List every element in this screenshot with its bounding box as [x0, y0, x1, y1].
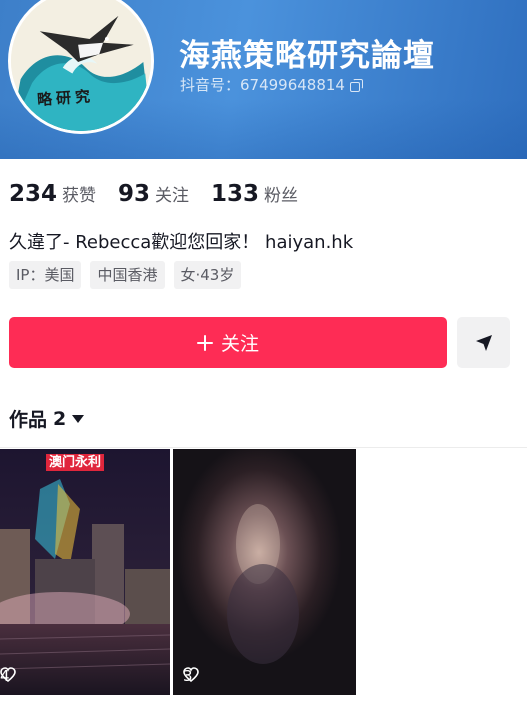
tag-region: 中国香港	[90, 261, 165, 289]
stat-likes: 234 获赞	[9, 181, 96, 207]
heart-icon	[0, 667, 16, 682]
stat-value: 133	[211, 181, 260, 207]
stat-value: 234	[9, 181, 58, 207]
avatar-image	[11, 0, 151, 131]
follow-button[interactable]: 关注	[9, 317, 447, 368]
video-thumbnail[interactable]: 3	[173, 449, 356, 695]
stat-followers[interactable]: 133 粉丝	[211, 181, 298, 207]
tag-gender-age: 女·43岁	[173, 261, 242, 289]
video-thumbnail[interactable]: 澳门永利 4	[0, 449, 170, 695]
tab-works-count: 2	[53, 407, 67, 430]
video-likes: 4	[0, 667, 16, 685]
send-message-button[interactable]	[457, 317, 510, 368]
stat-label: 关注	[155, 186, 190, 206]
tab-works-label: 作品	[9, 409, 48, 431]
video-thumbnail-image	[173, 449, 356, 695]
douyin-id[interactable]: 抖音号：67499648814	[180, 74, 363, 95]
caret-down-icon	[72, 414, 85, 423]
avatar-calligraphy: 略研究	[36, 87, 95, 109]
stat-label: 获赞	[62, 186, 97, 206]
stat-label: 粉丝	[264, 186, 299, 206]
tag-ip-location: IP：美国	[9, 261, 82, 289]
profile-tags: IP：美国 中国香港 女·43岁	[9, 261, 250, 289]
plus-icon	[196, 334, 213, 351]
copy-icon[interactable]	[349, 78, 363, 92]
stat-value: 93	[118, 181, 151, 207]
stat-following[interactable]: 93 关注	[118, 181, 189, 207]
profile-nickname: 海燕策略研究論壇	[179, 38, 435, 74]
follow-label: 关注	[220, 333, 259, 355]
heart-icon	[183, 667, 199, 682]
profile-bio: 久違了- Rebecca歡迎您回家！ haiyan.hk	[9, 232, 354, 253]
video-caption: 澳门永利	[46, 454, 105, 471]
send-arrow-icon	[475, 334, 492, 351]
douyin-id-text: 抖音号：67499648814	[180, 76, 345, 94]
profile-stats: 234 获赞 93 关注 133 粉丝	[9, 181, 320, 207]
video-thumbnail-image	[0, 449, 170, 695]
tab-works[interactable]: 作品 2	[9, 405, 85, 432]
video-likes: 3	[183, 667, 199, 685]
divider	[0, 447, 527, 448]
